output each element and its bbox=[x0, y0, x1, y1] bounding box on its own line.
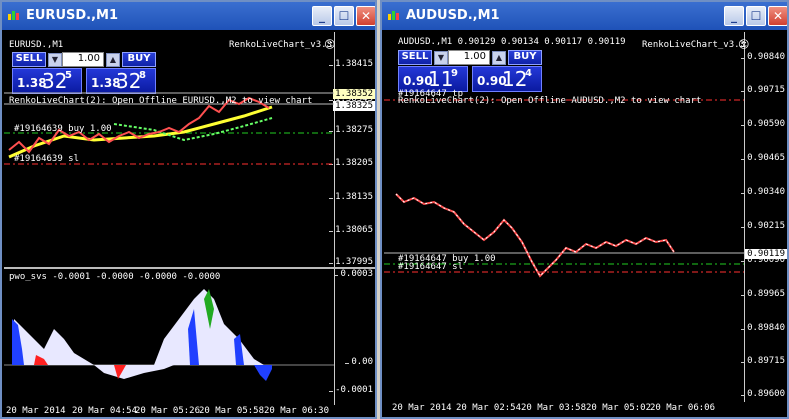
eurusd-chart[interactable]: 1.38415 1.38345 1.38275 1.38205 1.38135 … bbox=[4, 32, 375, 417]
time-tick: 20 Mar 2014 bbox=[6, 406, 66, 416]
audusd-chart-window[interactable]: AUDUSD.,M1 _ ☐ ✕ 0.90840 0.90715 0.90590… bbox=[380, 0, 789, 419]
bid-price-mark: 1.38325 bbox=[333, 101, 375, 111]
price-axis: 0.90840 0.90715 0.90590 0.90465 0.90340 … bbox=[741, 32, 787, 402]
oscillator-tick: -0.0001 bbox=[329, 385, 373, 395]
price-tick: 0.89840 bbox=[741, 323, 785, 333]
minimize-button[interactable]: _ bbox=[312, 6, 332, 26]
time-tick: 20 Mar 05:26 bbox=[135, 406, 201, 416]
price-tick: 1.38205 bbox=[329, 158, 373, 168]
price-tick: 1.38065 bbox=[329, 225, 373, 235]
price-tick: 1.38135 bbox=[329, 192, 373, 202]
chart-window-icon bbox=[8, 11, 19, 20]
price-tick: 0.89600 bbox=[741, 389, 785, 399]
chart-window-icon bbox=[388, 11, 399, 20]
stoploss-label: #19164647 sl bbox=[398, 262, 464, 272]
price-tick: 1.38415 bbox=[329, 59, 373, 69]
price-tick: 0.90840 bbox=[741, 52, 785, 62]
renko-notice: RenkoLiveChart(2): Open Offline EURUSD.,… bbox=[9, 96, 313, 106]
minimize-icon: _ bbox=[319, 9, 325, 23]
time-tick: 20 Mar 02:54 bbox=[456, 403, 522, 413]
stoploss-label: #19164639 sl bbox=[14, 154, 80, 164]
minimize-icon: _ bbox=[731, 9, 737, 23]
price-tick: 0.90340 bbox=[741, 187, 785, 197]
time-tick: 20 Mar 05:02 bbox=[586, 403, 652, 413]
audusd-chart[interactable]: 0.90840 0.90715 0.90590 0.90465 0.90340 … bbox=[384, 32, 787, 417]
time-tick: 20 Mar 04:54 bbox=[72, 406, 138, 416]
price-axis: 1.38415 1.38345 1.38275 1.38205 1.38135 … bbox=[329, 32, 375, 267]
buy-order-label: #19164639 buy 1.00 bbox=[14, 124, 112, 134]
renko-notice: RenkoLiveChart(2): Open Offline AUDUSD.,… bbox=[398, 96, 702, 106]
eurusd-titlebar[interactable]: EURUSD.,M1 _ ☐ ✕ bbox=[2, 2, 375, 30]
eurusd-chart-window[interactable]: EURUSD.,M1 _ ☐ ✕ 1.38415 1.38345 1.38275… bbox=[0, 0, 377, 419]
oscillator-axis: 0.0003 0.00 -0.0001 bbox=[329, 269, 375, 405]
ask-price-mark: 1.38352 bbox=[333, 89, 375, 99]
maximize-icon: ☐ bbox=[338, 9, 350, 23]
close-icon: ✕ bbox=[772, 9, 784, 23]
audusd-titlebar[interactable]: AUDUSD.,M1 _ ☐ ✕ bbox=[382, 2, 787, 30]
time-tick: 20 Mar 06:06 bbox=[650, 403, 716, 413]
close-icon: ✕ bbox=[360, 9, 372, 23]
oscillator-tick: 0.00 bbox=[345, 357, 373, 367]
eurusd-price-plot bbox=[4, 92, 334, 165]
price-tick: 0.90590 bbox=[741, 119, 785, 129]
close-button[interactable]: ✕ bbox=[768, 6, 787, 26]
price-tick: 0.90215 bbox=[741, 221, 785, 231]
time-tick: 20 Mar 06:30 bbox=[264, 406, 330, 416]
maximize-icon: ☐ bbox=[750, 9, 762, 23]
oscillator-histogram bbox=[4, 289, 334, 381]
maximize-button[interactable]: ☐ bbox=[334, 6, 354, 26]
price-tick: 0.90715 bbox=[741, 85, 785, 95]
close-button[interactable]: ✕ bbox=[356, 6, 375, 26]
bid-price-mark: 0.90119 bbox=[745, 249, 787, 259]
oscillator-tick: 0.0003 bbox=[334, 269, 373, 279]
price-tick: 0.89965 bbox=[741, 289, 785, 299]
audusd-price-plot bbox=[384, 99, 744, 278]
time-tick: 20 Mar 03:58 bbox=[521, 403, 587, 413]
window-title: AUDUSD.,M1 bbox=[406, 8, 500, 23]
price-tick: 1.37995 bbox=[329, 257, 373, 267]
price-tick: 0.90465 bbox=[741, 153, 785, 163]
maximize-button[interactable]: ☐ bbox=[746, 6, 766, 26]
price-tick: 1.38275 bbox=[329, 125, 373, 135]
time-tick: 20 Mar 05:58 bbox=[199, 406, 265, 416]
price-tick: 0.89715 bbox=[741, 356, 785, 366]
window-title: EURUSD.,M1 bbox=[26, 8, 119, 23]
minimize-button[interactable]: _ bbox=[724, 6, 744, 26]
time-tick: 20 Mar 2014 bbox=[392, 403, 452, 413]
